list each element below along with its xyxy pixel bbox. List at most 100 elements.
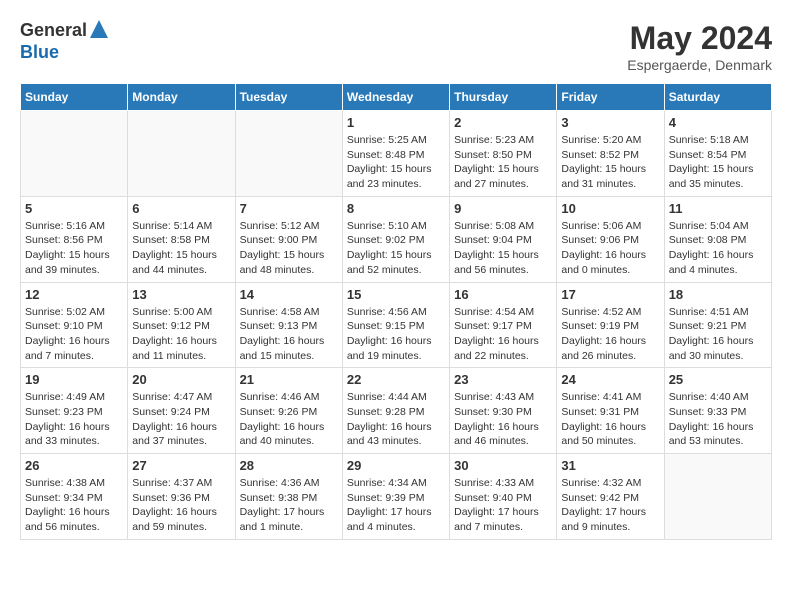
day-number: 13: [132, 287, 230, 302]
daylight-info: Daylight: 15 hours: [347, 248, 445, 263]
daylight-info: Daylight: 16 hours: [669, 248, 767, 263]
calendar-cell: 24Sunrise: 4:41 AMSunset: 9:31 PMDayligh…: [557, 368, 664, 454]
daylight-info: Daylight: 16 hours: [561, 420, 659, 435]
calendar-cell: 8Sunrise: 5:10 AMSunset: 9:02 PMDaylight…: [342, 196, 449, 282]
sunset-info: Sunset: 9:15 PM: [347, 319, 445, 334]
daylight-info: and 33 minutes.: [25, 434, 123, 449]
daylight-info: Daylight: 15 hours: [454, 248, 552, 263]
calendar-cell: 6Sunrise: 5:14 AMSunset: 8:58 PMDaylight…: [128, 196, 235, 282]
weekday-header: Monday: [128, 84, 235, 111]
daylight-info: and 26 minutes.: [561, 349, 659, 364]
daylight-info: Daylight: 16 hours: [25, 420, 123, 435]
sunset-info: Sunset: 8:48 PM: [347, 148, 445, 163]
daylight-info: and 4 minutes.: [347, 520, 445, 535]
weekday-header: Wednesday: [342, 84, 449, 111]
sunset-info: Sunset: 9:28 PM: [347, 405, 445, 420]
daylight-info: Daylight: 15 hours: [669, 162, 767, 177]
logo-general: General: [20, 21, 87, 41]
sunrise-info: Sunrise: 5:18 AM: [669, 133, 767, 148]
day-number: 3: [561, 115, 659, 130]
calendar-cell: 31Sunrise: 4:32 AMSunset: 9:42 PMDayligh…: [557, 454, 664, 540]
sunrise-info: Sunrise: 4:52 AM: [561, 305, 659, 320]
location: Espergaerde, Denmark: [627, 57, 772, 73]
calendar-cell: 22Sunrise: 4:44 AMSunset: 9:28 PMDayligh…: [342, 368, 449, 454]
calendar-week-row: 26Sunrise: 4:38 AMSunset: 9:34 PMDayligh…: [21, 454, 772, 540]
calendar-cell: 20Sunrise: 4:47 AMSunset: 9:24 PMDayligh…: [128, 368, 235, 454]
daylight-info: Daylight: 16 hours: [669, 420, 767, 435]
sunset-info: Sunset: 9:34 PM: [25, 491, 123, 506]
daylight-info: and 37 minutes.: [132, 434, 230, 449]
calendar-cell: 16Sunrise: 4:54 AMSunset: 9:17 PMDayligh…: [450, 282, 557, 368]
calendar-cell: 29Sunrise: 4:34 AMSunset: 9:39 PMDayligh…: [342, 454, 449, 540]
daylight-info: and 22 minutes.: [454, 349, 552, 364]
daylight-info: and 30 minutes.: [669, 349, 767, 364]
daylight-info: Daylight: 16 hours: [347, 334, 445, 349]
day-number: 31: [561, 458, 659, 473]
day-number: 14: [240, 287, 338, 302]
day-number: 21: [240, 372, 338, 387]
calendar-week-row: 1 Sunrise: 5:25 AMSunset: 8:48 PM Daylight…: [21, 111, 772, 197]
daylight-info: and 15 minutes.: [240, 349, 338, 364]
calendar-week-row: 19Sunrise: 4:49 AMSunset: 9:23 PMDayligh…: [21, 368, 772, 454]
calendar-cell: 5Sunrise: 5:16 AMSunset: 8:56 PMDaylight…: [21, 196, 128, 282]
daylight-info: Daylight: 16 hours: [561, 248, 659, 263]
sunset-info: Sunset: 9:31 PM: [561, 405, 659, 420]
day-number: 1: [347, 115, 445, 130]
calendar-cell: 7Sunrise: 5:12 AMSunset: 9:00 PMDaylight…: [235, 196, 342, 282]
calendar-cell: 14Sunrise: 4:58 AMSunset: 9:13 PMDayligh…: [235, 282, 342, 368]
sunset-info: Sunset: 9:08 PM: [669, 233, 767, 248]
daylight-info: and 31 minutes.: [561, 177, 659, 192]
sunset-info: Sunset: 8:52 PM: [561, 148, 659, 163]
daylight-info: and 44 minutes.: [132, 263, 230, 278]
logo-blue: Blue: [20, 43, 108, 63]
daylight-info: and 7 minutes.: [25, 349, 123, 364]
sunrise-info: Sunrise: 4:44 AM: [347, 390, 445, 405]
sunrise-info: Sunrise: 5:06 AM: [561, 219, 659, 234]
daylight-info: and 4 minutes.: [669, 263, 767, 278]
day-number: 28: [240, 458, 338, 473]
sunrise-info: Sunrise: 4:33 AM: [454, 476, 552, 491]
weekday-header: Sunday: [21, 84, 128, 111]
day-number: 20: [132, 372, 230, 387]
calendar-cell: 18Sunrise: 4:51 AMSunset: 9:21 PMDayligh…: [664, 282, 771, 368]
sunset-info: Sunset: 9:33 PM: [669, 405, 767, 420]
calendar-cell: [235, 111, 342, 197]
daylight-info: Daylight: 16 hours: [132, 334, 230, 349]
page-header: General Blue May 2024 Espergaerde, Denma…: [20, 20, 772, 73]
day-number: 23: [454, 372, 552, 387]
daylight-info: Daylight: 16 hours: [240, 420, 338, 435]
logo-icon: [90, 20, 108, 38]
calendar-cell: 26Sunrise: 4:38 AMSunset: 9:34 PMDayligh…: [21, 454, 128, 540]
day-number: 12: [25, 287, 123, 302]
calendar-cell: 10Sunrise: 5:06 AMSunset: 9:06 PMDayligh…: [557, 196, 664, 282]
sunrise-info: Sunrise: 4:51 AM: [669, 305, 767, 320]
calendar-cell: 30Sunrise: 4:33 AMSunset: 9:40 PMDayligh…: [450, 454, 557, 540]
daylight-info: and 11 minutes.: [132, 349, 230, 364]
daylight-info: Daylight: 17 hours: [454, 505, 552, 520]
weekday-header: Friday: [557, 84, 664, 111]
sunrise-info: Sunrise: 5:16 AM: [25, 219, 123, 234]
sunrise-info: Sunrise: 4:58 AM: [240, 305, 338, 320]
month-title: May 2024: [627, 20, 772, 57]
sunrise-info: Sunrise: 5:25 AM: [347, 133, 445, 148]
day-number: 17: [561, 287, 659, 302]
daylight-info: Daylight: 15 hours: [132, 248, 230, 263]
sunset-info: Sunset: 9:04 PM: [454, 233, 552, 248]
calendar-cell: 4Sunrise: 5:18 AMSunset: 8:54 PMDaylight…: [664, 111, 771, 197]
day-number: 18: [669, 287, 767, 302]
daylight-info: Daylight: 16 hours: [347, 420, 445, 435]
daylight-info: and 48 minutes.: [240, 263, 338, 278]
day-number: 30: [454, 458, 552, 473]
weekday-header: Saturday: [664, 84, 771, 111]
calendar-cell: 19Sunrise: 4:49 AMSunset: 9:23 PMDayligh…: [21, 368, 128, 454]
calendar-cell: 28Sunrise: 4:36 AMSunset: 9:38 PMDayligh…: [235, 454, 342, 540]
day-number: 9: [454, 201, 552, 216]
sunrise-info: Sunrise: 5:04 AM: [669, 219, 767, 234]
calendar-cell: 3Sunrise: 5:20 AMSunset: 8:52 PMDaylight…: [557, 111, 664, 197]
daylight-info: and 52 minutes.: [347, 263, 445, 278]
sunset-info: Sunset: 9:38 PM: [240, 491, 338, 506]
daylight-info: and 9 minutes.: [561, 520, 659, 535]
calendar-cell: 23Sunrise: 4:43 AMSunset: 9:30 PMDayligh…: [450, 368, 557, 454]
sunrise-info: Sunrise: 5:08 AM: [454, 219, 552, 234]
daylight-info: and 46 minutes.: [454, 434, 552, 449]
